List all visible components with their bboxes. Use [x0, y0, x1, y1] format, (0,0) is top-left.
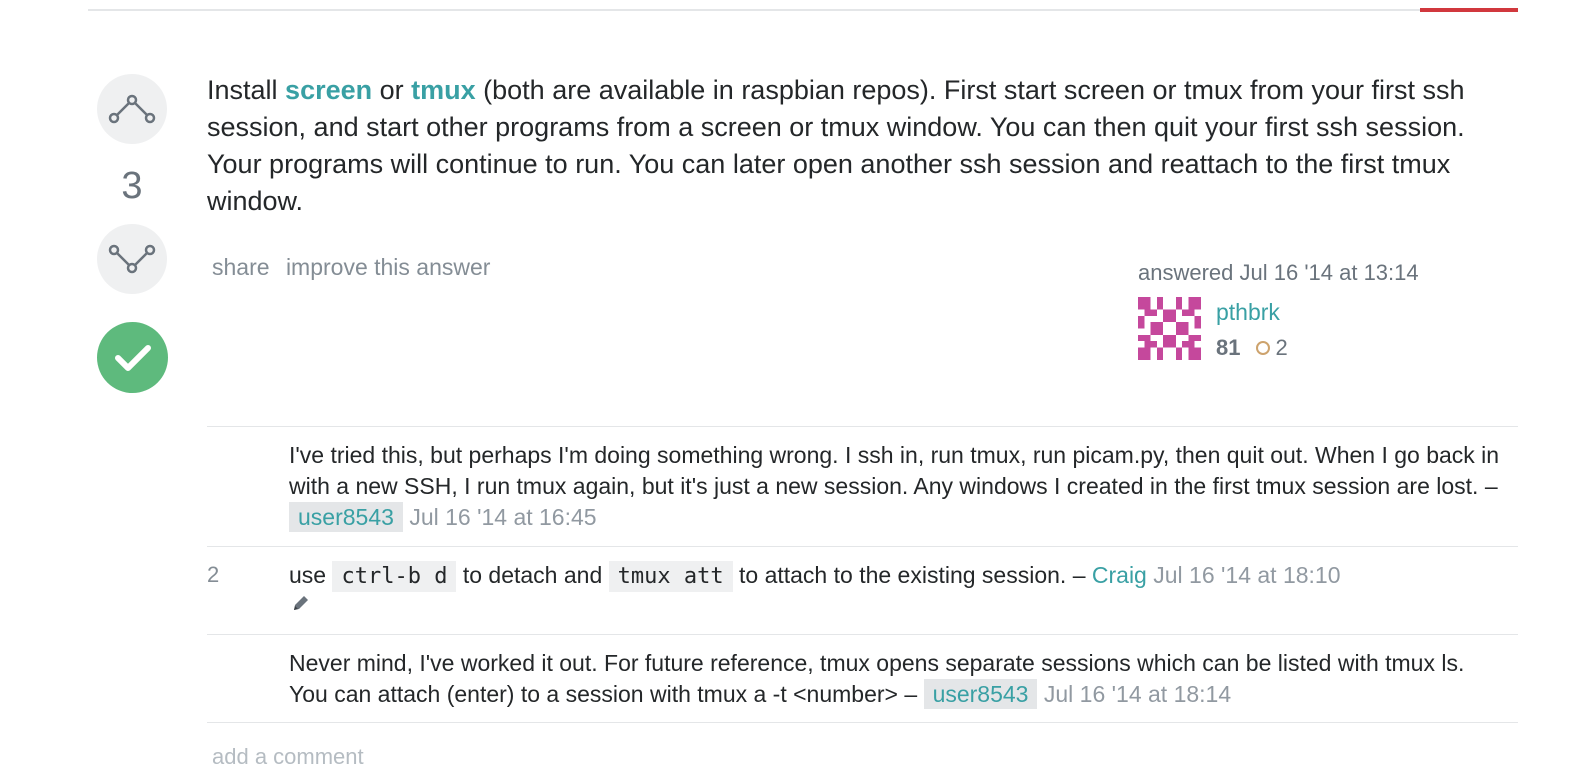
downvote-icon: [108, 244, 156, 274]
comment-text: Never mind, I've worked it out. For futu…: [289, 650, 1465, 707]
vote-count: 3: [121, 165, 143, 207]
comment-text: I've tried this, but perhaps I'm doing s…: [289, 442, 1500, 499]
comment-date[interactable]: Jul 16 '14 at 18:10: [1153, 562, 1340, 588]
user-signature: answered Jul 16 '14 at 13:14 pthbrk 81 2: [1138, 260, 1458, 361]
comment-text: to detach and: [456, 562, 609, 588]
share-link[interactable]: share: [212, 254, 270, 280]
accepted-check-icon: [114, 344, 151, 371]
comment-user-link[interactable]: Craig: [1092, 562, 1147, 588]
answer-text: Install: [207, 75, 286, 105]
comment-score: [207, 635, 289, 722]
improve-answer-link[interactable]: improve this answer: [286, 254, 491, 280]
avatar[interactable]: [1138, 297, 1201, 360]
comment: I've tried this, but perhaps I'm doing s…: [207, 427, 1518, 547]
comment: 2 use ctrl-b d to detach and tmux att to…: [207, 547, 1518, 635]
downvote-button[interactable]: [97, 224, 167, 294]
answer-body: Install screen or tmux (both are availab…: [207, 72, 1497, 220]
comment-body: Never mind, I've worked it out. For futu…: [289, 635, 1505, 722]
comment-user-link[interactable]: user8543: [923, 679, 1038, 709]
comment-text: use: [289, 562, 333, 588]
comment-separator: –: [897, 681, 924, 707]
answer-text: or: [372, 75, 412, 105]
comment-text: to attach to the existing session.: [732, 562, 1067, 588]
pencil-icon[interactable]: [291, 593, 311, 613]
comment-user-link[interactable]: user8543: [289, 502, 403, 532]
code-snippet: ctrl-b d: [332, 561, 457, 592]
add-comment-link[interactable]: add a comment: [212, 744, 364, 770]
comments-list: I've tried this, but perhaps I'm doing s…: [207, 426, 1518, 723]
active-tab-indicator: [1420, 8, 1518, 12]
bronze-badge-icon: [1256, 341, 1271, 355]
tmux-link[interactable]: tmux: [411, 75, 476, 105]
comment: Never mind, I've worked it out. For futu…: [207, 635, 1518, 723]
reputation-row: 81 2: [1216, 335, 1288, 361]
screen-link[interactable]: screen: [285, 75, 372, 105]
upvote-icon: [108, 94, 156, 124]
comment-separator: –: [1478, 473, 1498, 499]
comment-body: I've tried this, but perhaps I'm doing s…: [289, 427, 1505, 546]
comment-separator: –: [1066, 562, 1092, 588]
comment-date[interactable]: Jul 16 '14 at 18:14: [1044, 681, 1231, 707]
accepted-answer-badge: [97, 322, 168, 393]
reputation-score: 81: [1216, 335, 1241, 360]
post-menu: share improve this answer: [212, 254, 500, 281]
code-snippet: tmux att: [608, 561, 733, 592]
comment-score: [207, 427, 289, 546]
top-divider: [88, 9, 1518, 11]
vote-column: 3: [97, 74, 168, 393]
comment-score: 2: [207, 562, 220, 587]
comment-date[interactable]: Jul 16 '14 at 16:45: [409, 504, 596, 530]
comment-body: use ctrl-b d to detach and tmux att to a…: [289, 547, 1505, 634]
user-name-link[interactable]: pthbrk: [1216, 299, 1288, 326]
bronze-badge-count: 2: [1275, 335, 1288, 360]
answered-timestamp: answered Jul 16 '14 at 13:14: [1138, 260, 1419, 285]
upvote-button[interactable]: [97, 74, 167, 144]
